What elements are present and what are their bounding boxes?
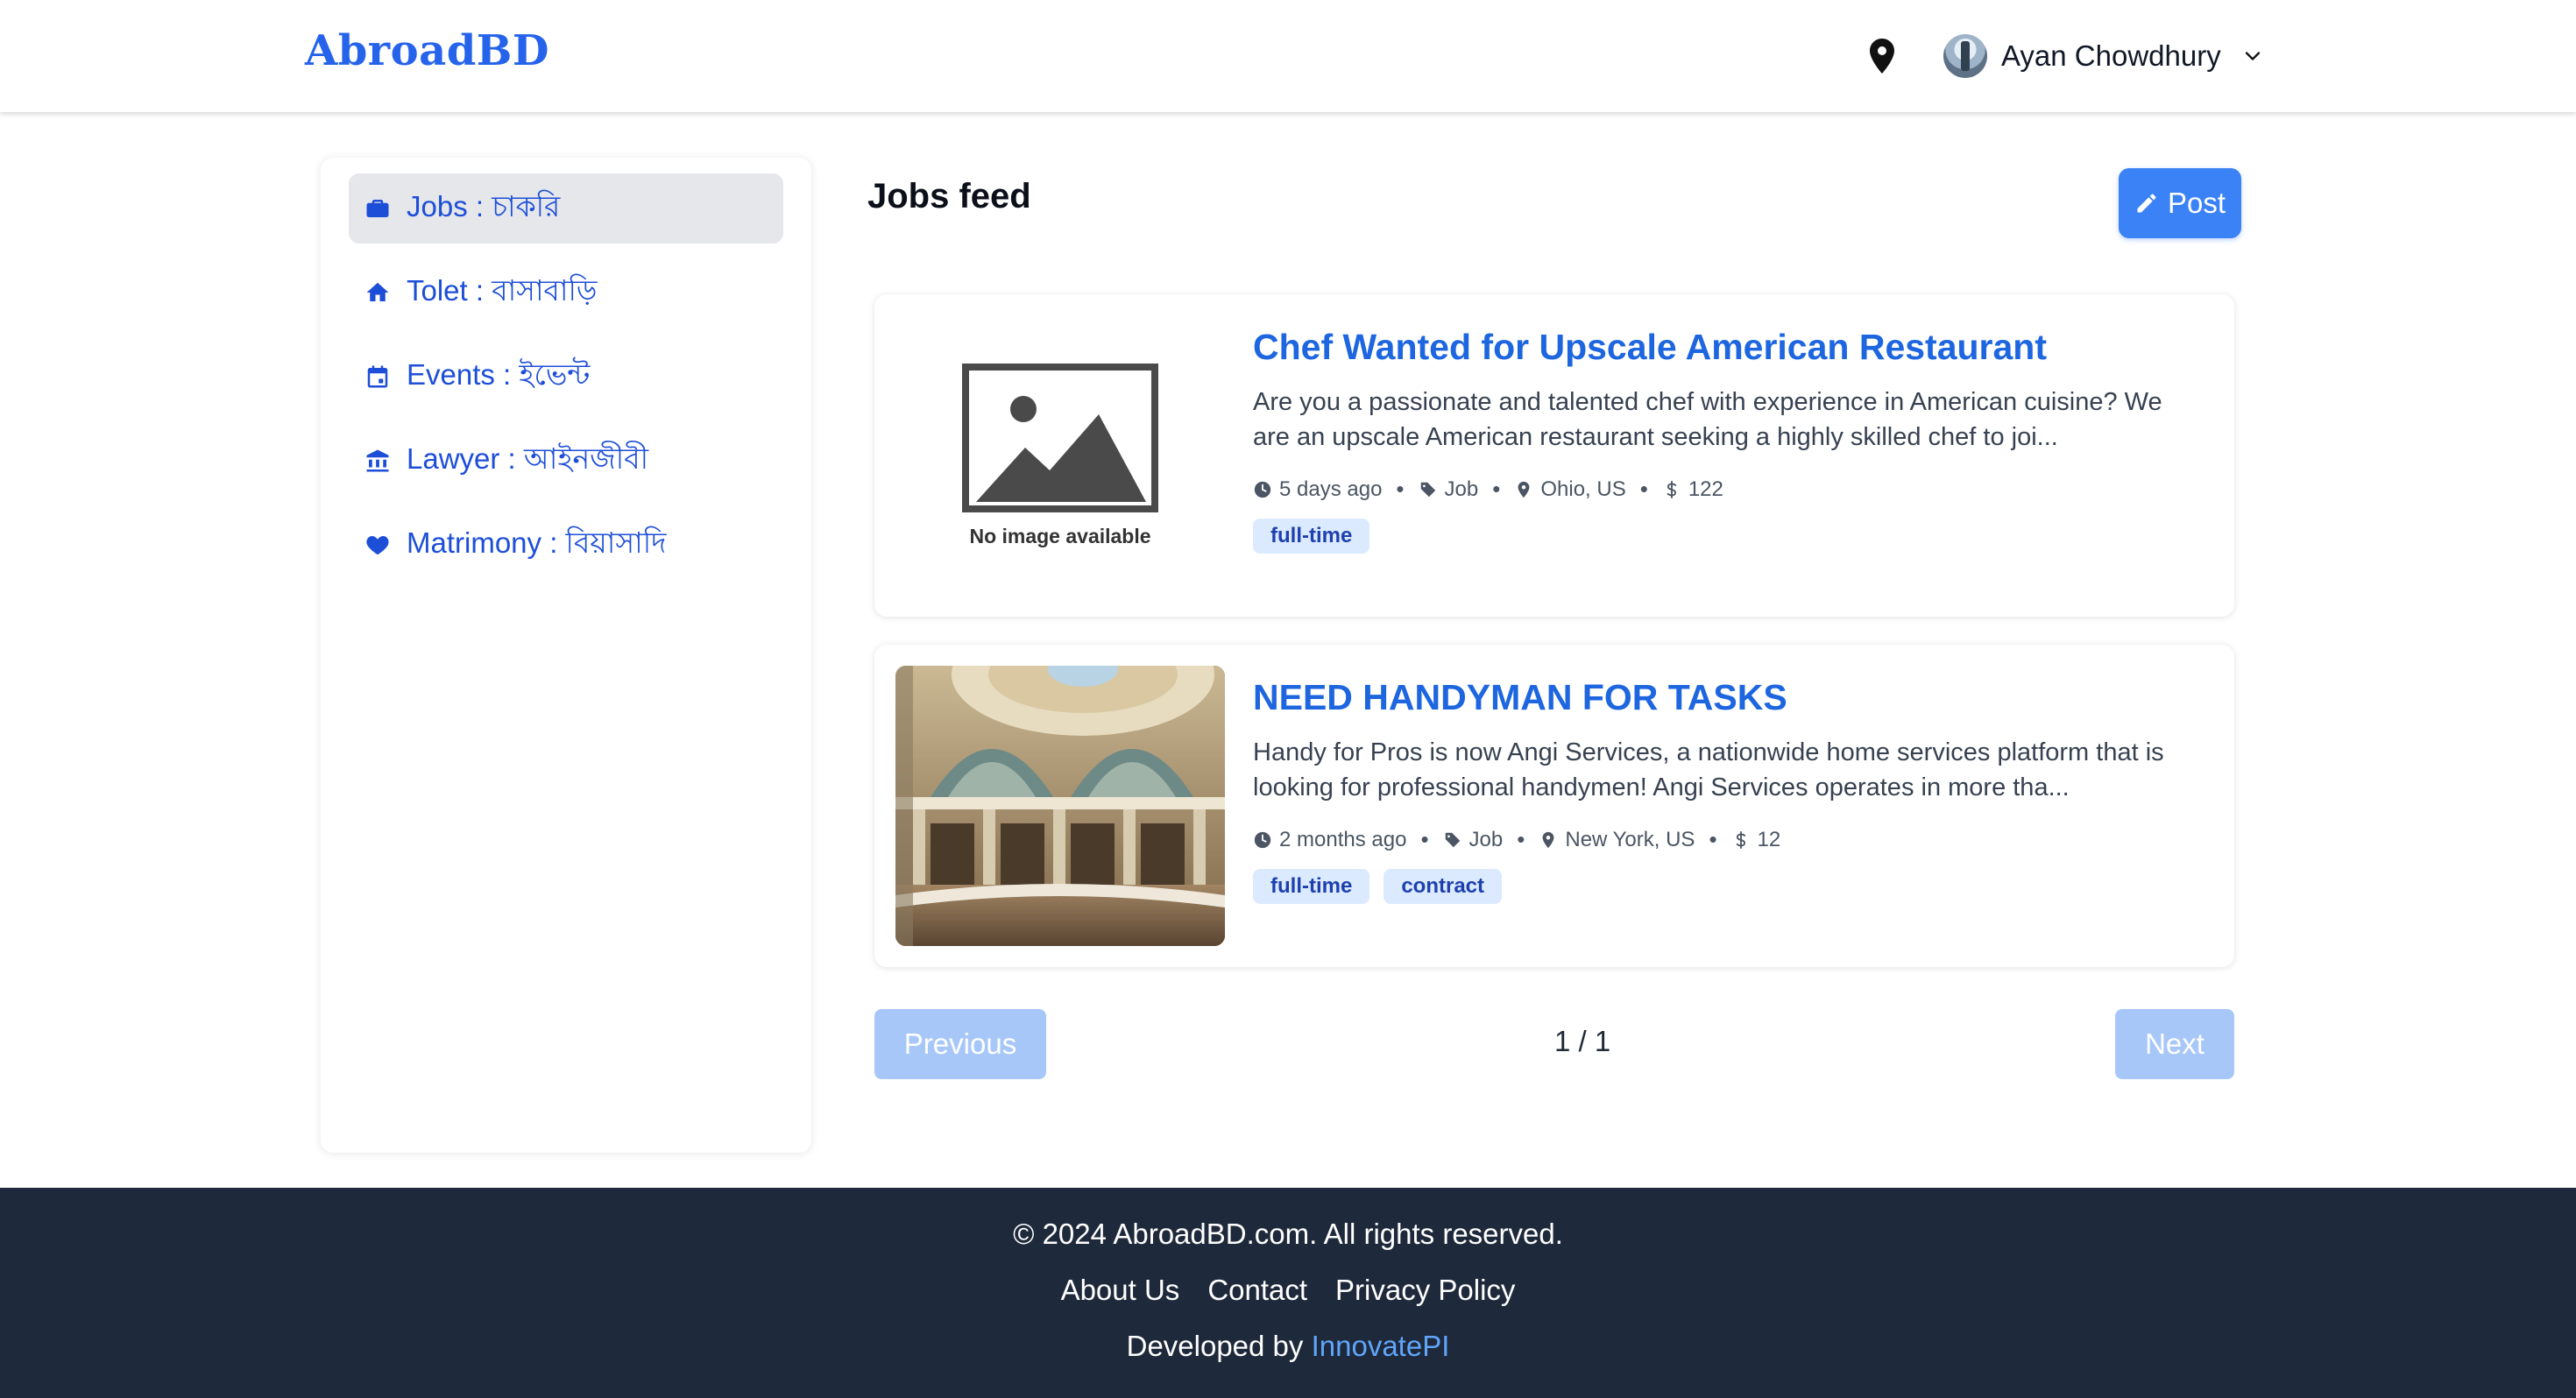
post-description: Are you a passionate and talented chef w…	[1253, 388, 2162, 452]
briefcase-icon	[366, 200, 389, 217]
developer-link[interactable]: InnovatePI	[1312, 1330, 1450, 1362]
dollar-icon	[1736, 830, 1745, 849]
image-placeholder-icon	[962, 363, 1158, 512]
sidebar-item-label: Events : ইভেন্ট	[407, 358, 591, 391]
post-location: Ohio, US	[1540, 477, 1626, 501]
sidebar-item-label: Lawyer : আইনজীবী	[407, 442, 649, 475]
user-avatar	[1943, 34, 1987, 78]
meta-separator: •	[1396, 476, 1405, 503]
user-name: Ayan Chowdhury	[2001, 39, 2221, 72]
sidebar-item-jobs[interactable]: Jobs : চাকরি	[349, 173, 783, 244]
previous-page-button[interactable]: Previous	[874, 1009, 1046, 1079]
post-card[interactable]: No image available Chef Wanted for Upsca…	[874, 294, 2234, 617]
meta-separator: •	[1420, 826, 1429, 853]
sidebar-item-label: Jobs : চাকরি	[407, 190, 561, 222]
post-tags: full-time	[1253, 519, 2199, 554]
post-image-placeholder: No image available	[895, 315, 1225, 596]
post-button[interactable]: Post	[2119, 168, 2241, 238]
footer-link-about[interactable]: About Us	[1061, 1274, 1180, 1307]
next-page-button[interactable]: Next	[2115, 1009, 2234, 1079]
post-meta: 5 days ago • Job • Ohio, US • 122	[1253, 476, 2199, 503]
post-description: Handy for Pros is now Angi Services, a n…	[1253, 738, 2164, 802]
meta-separator: •	[1639, 476, 1648, 503]
post-meta: 2 months ago • Job • New York, US • 12	[1253, 826, 2199, 853]
post-title[interactable]: Chef Wanted for Upscale American Restaur…	[1253, 326, 2199, 369]
tag-badge[interactable]: contract	[1384, 869, 1503, 905]
user-menu[interactable]: Ayan Chowdhury	[1943, 30, 2265, 82]
calendar-icon	[367, 365, 388, 388]
post-price: 122	[1688, 477, 1723, 501]
post-card[interactable]: NEED HANDYMAN FOR TASKS Handy for Pros i…	[874, 645, 2234, 967]
post-price: 12	[1757, 827, 1781, 851]
page-title: Jobs feed	[867, 177, 1031, 215]
post-location: New York, US	[1565, 827, 1695, 851]
rotunda-photo	[895, 666, 1225, 946]
footer-links: About Us Contact Privacy Policy	[0, 1274, 2576, 1307]
post-category: Job	[1468, 827, 1504, 851]
site-footer: © 2024 AbroadBD.com. All rights reserved…	[0, 1188, 2576, 1398]
post-time: 5 days ago	[1279, 477, 1383, 501]
tag-badge[interactable]: full-time	[1253, 519, 1370, 554]
clock-icon	[1254, 831, 1271, 848]
sidebar-item-events[interactable]: Events : ইভেন্ট	[349, 342, 783, 412]
post-button-label: Post	[2167, 187, 2226, 219]
chevron-down-icon	[2245, 52, 2260, 60]
post-tags: full-time contract	[1253, 869, 2199, 905]
meta-separator: •	[1517, 826, 1525, 853]
map-pin-icon	[1518, 481, 1530, 498]
developed-by-label: Developed by	[1126, 1330, 1304, 1362]
meta-separator: •	[1709, 826, 1717, 853]
dollar-icon	[1667, 480, 1676, 498]
footer-link-contact[interactable]: Contact	[1207, 1274, 1307, 1307]
tag-icon	[1420, 482, 1435, 497]
sidebar-item-matrimony[interactable]: Matrimony : বিয়াসাদি	[349, 510, 783, 580]
site-logo[interactable]: AbroadBD	[305, 26, 549, 75]
copyright-text: © 2024 AbroadBD.com. All rights reserved…	[1013, 1218, 1563, 1250]
clock-icon	[1254, 481, 1271, 498]
heart-icon	[366, 536, 389, 555]
sidebar-item-label: Matrimony : বিয়াসাদি	[407, 526, 667, 559]
footer-link-privacy[interactable]: Privacy Policy	[1335, 1274, 1515, 1307]
post-category: Job	[1444, 477, 1479, 501]
bank-icon	[366, 449, 389, 472]
map-pin-icon	[1542, 831, 1554, 848]
tag-badge[interactable]: full-time	[1253, 869, 1370, 905]
post-image	[895, 666, 1225, 946]
tag-icon	[1445, 832, 1460, 847]
category-sidebar: Jobs : চাকরি Tolet : বাসাবাড়ি Events : …	[321, 158, 811, 1153]
post-time: 2 months ago	[1279, 827, 1407, 851]
top-navbar: AbroadBD Ayan Chowdhury	[0, 0, 2576, 112]
sidebar-item-tolet[interactable]: Tolet : বাসাবাড়ি	[349, 258, 783, 328]
map-pin-icon[interactable]	[1861, 33, 1903, 79]
meta-separator: •	[1492, 476, 1501, 503]
page-indicator: 1 / 1	[1554, 1025, 1611, 1057]
pencil-icon	[2137, 194, 2156, 213]
sidebar-item-label: Tolet : বাসাবাড়ি	[407, 274, 598, 307]
home-icon	[366, 282, 389, 301]
post-title[interactable]: NEED HANDYMAN FOR TASKS	[1253, 676, 2199, 719]
developer-credit: Developed by InnovatePI	[0, 1330, 2576, 1363]
sidebar-item-lawyer[interactable]: Lawyer : আইনজীবী	[349, 426, 783, 496]
no-image-label: No image available	[969, 524, 1151, 547]
